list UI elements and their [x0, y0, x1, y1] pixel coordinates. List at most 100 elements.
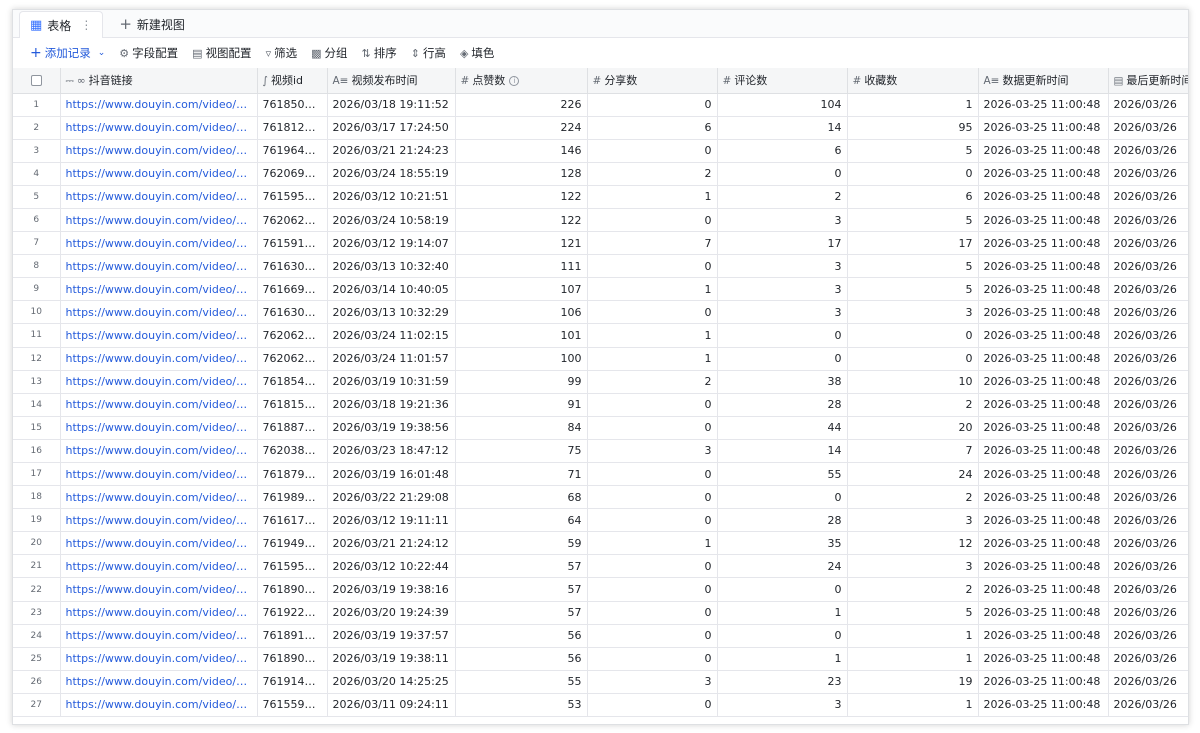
cell-shares[interactable]: 0	[587, 393, 718, 417]
cell-data-update-time[interactable]: 2026-03-25 11:00:48	[978, 277, 1109, 302]
cell-video-id[interactable]: 76159125...	[257, 231, 328, 256]
cell-data-update-time[interactable]: 2026-03-25 11:00:48	[978, 554, 1109, 579]
cell-shares[interactable]: 0	[587, 508, 718, 533]
cell-likes[interactable]: 57	[455, 601, 588, 625]
column-header-likes[interactable]: # 点赞数 i	[455, 68, 588, 94]
cell-likes[interactable]: 57	[455, 577, 588, 602]
cell-publish-time[interactable]: 2026/03/19 16:01:48	[327, 462, 456, 487]
cell-likes[interactable]: 100	[455, 347, 588, 371]
cell-favorites[interactable]: 5	[847, 208, 979, 233]
cell-shares[interactable]: 2	[587, 370, 718, 394]
cell-favorites[interactable]: 5	[847, 277, 979, 302]
cell-comments[interactable]: 3	[717, 300, 848, 325]
cell-shares[interactable]: 0	[587, 93, 718, 117]
table-row[interactable]: 16https://www.douyin.com/video/7620380..…	[13, 439, 1188, 464]
cell-last-update-time[interactable]: 2026/03/26	[1108, 254, 1188, 279]
table-row[interactable]: 15https://www.douyin.com/video/7618870..…	[13, 416, 1188, 440]
cell-comments[interactable]: 38	[717, 370, 848, 394]
cell-video-id[interactable]: 76159559...	[257, 554, 328, 579]
cell-likes[interactable]: 122	[455, 208, 588, 233]
cell-shares[interactable]: 1	[587, 277, 718, 302]
table-row[interactable]: 27https://www.douyin.com/video/7615599..…	[13, 693, 1188, 718]
cell-shares[interactable]: 0	[587, 485, 718, 510]
cell-data-update-time[interactable]: 2026-03-25 11:00:48	[978, 601, 1109, 625]
cell-last-update-time[interactable]: 2026/03/26	[1108, 577, 1188, 602]
cell-publish-time[interactable]: 2026/03/18 19:11:52	[327, 93, 456, 117]
cell-video-id[interactable]: 76189071...	[257, 577, 328, 602]
cell-last-update-time[interactable]: 2026/03/26	[1108, 693, 1188, 718]
cell-last-update-time[interactable]: 2026/03/26	[1108, 531, 1188, 556]
cell-video-id[interactable]: 76191477...	[257, 670, 328, 694]
cell-data-update-time[interactable]: 2026-03-25 11:00:48	[978, 254, 1109, 279]
column-header-favorites[interactable]: # 收藏数	[847, 68, 979, 94]
cell-link[interactable]: https://www.douyin.com/video/7619648...	[60, 139, 258, 163]
cell-shares[interactable]: 0	[587, 554, 718, 579]
cell-data-update-time[interactable]: 2026-03-25 11:00:48	[978, 624, 1109, 648]
cell-data-update-time[interactable]: 2026-03-25 11:00:48	[978, 647, 1109, 671]
cell-shares[interactable]: 0	[587, 601, 718, 625]
cell-video-id[interactable]: 76192206...	[257, 601, 328, 625]
cell-publish-time[interactable]: 2026/03/11 09:24:11	[327, 693, 456, 718]
row-number[interactable]: 17	[13, 462, 61, 487]
table-row[interactable]: 1https://www.douyin.com/video/7618509...…	[13, 93, 1188, 117]
cell-publish-time[interactable]: 2026/03/19 10:31:59	[327, 370, 456, 394]
cell-comments[interactable]: 1	[717, 647, 848, 671]
cell-data-update-time[interactable]: 2026-03-25 11:00:48	[978, 416, 1109, 440]
cell-link[interactable]: https://www.douyin.com/video/7618908...	[60, 647, 258, 671]
cell-publish-time[interactable]: 2026/03/20 19:24:39	[327, 601, 456, 625]
cell-link[interactable]: https://www.douyin.com/video/7618911...	[60, 624, 258, 648]
cell-publish-time[interactable]: 2026/03/18 19:21:36	[327, 393, 456, 417]
cell-video-id[interactable]: 76203807...	[257, 439, 328, 464]
cell-likes[interactable]: 59	[455, 531, 588, 556]
cell-favorites[interactable]: 1	[847, 624, 979, 648]
cell-link[interactable]: https://www.douyin.com/video/7618509...	[60, 93, 258, 117]
cell-comments[interactable]: 6	[717, 139, 848, 163]
cell-link[interactable]: https://www.douyin.com/video/7620380...	[60, 439, 258, 464]
cell-data-update-time[interactable]: 2026-03-25 11:00:48	[978, 208, 1109, 233]
cell-last-update-time[interactable]: 2026/03/26	[1108, 162, 1188, 186]
cell-last-update-time[interactable]: 2026/03/26	[1108, 231, 1188, 256]
cell-shares[interactable]: 1	[587, 185, 718, 209]
cell-comments[interactable]: 14	[717, 116, 848, 140]
cell-comments[interactable]: 0	[717, 624, 848, 648]
cell-video-id[interactable]: 76185478...	[257, 370, 328, 394]
tab-new-view[interactable]: + 新建视图	[109, 11, 195, 37]
cell-shares[interactable]: 1	[587, 531, 718, 556]
column-header-last-update-time[interactable]: ▤ 最后更新时间	[1108, 68, 1188, 94]
cell-favorites[interactable]: 5	[847, 139, 979, 163]
more-vertical-icon[interactable]: ⋮	[80, 18, 92, 32]
cell-video-id[interactable]: 76163099...	[257, 254, 328, 279]
cell-favorites[interactable]: 19	[847, 670, 979, 694]
group-button[interactable]: ▩ 分组	[311, 45, 347, 61]
cell-publish-time[interactable]: 2026/03/19 19:37:57	[327, 624, 456, 648]
table-row[interactable]: 18https://www.douyin.com/video/7619899..…	[13, 485, 1188, 510]
filter-button[interactable]: ▿ 筛选	[266, 45, 298, 61]
cell-data-update-time[interactable]: 2026-03-25 11:00:48	[978, 347, 1109, 371]
row-number[interactable]: 19	[13, 508, 61, 533]
column-header-video-id[interactable]: ∫ 视频id	[257, 68, 328, 94]
cell-likes[interactable]: 71	[455, 462, 588, 487]
cell-shares[interactable]: 0	[587, 139, 718, 163]
cell-data-update-time[interactable]: 2026-03-25 11:00:48	[978, 393, 1109, 417]
column-header-comments[interactable]: # 评论数	[717, 68, 848, 94]
cell-link[interactable]: https://www.douyin.com/video/7618870...	[60, 416, 258, 440]
table-row[interactable]: 11https://www.douyin.com/video/7620625..…	[13, 323, 1188, 348]
cell-link[interactable]: https://www.douyin.com/video/7618547...	[60, 370, 258, 394]
cell-video-id[interactable]: 76155995...	[257, 693, 328, 718]
row-number[interactable]: 12	[13, 347, 61, 371]
cell-data-update-time[interactable]: 2026-03-25 11:00:48	[978, 370, 1109, 394]
cell-publish-time[interactable]: 2026/03/22 21:29:08	[327, 485, 456, 510]
cell-link[interactable]: https://www.douyin.com/video/7616691...	[60, 277, 258, 302]
cell-last-update-time[interactable]: 2026/03/26	[1108, 485, 1188, 510]
cell-link[interactable]: https://www.douyin.com/video/7615952...	[60, 185, 258, 209]
row-number[interactable]: 18	[13, 485, 61, 510]
table-row[interactable]: 4https://www.douyin.com/video/7620698...…	[13, 162, 1188, 186]
cell-publish-time[interactable]: 2026/03/24 11:02:15	[327, 323, 456, 348]
cell-likes[interactable]: 84	[455, 416, 588, 440]
fill-color-button[interactable]: ◈ 填色	[460, 45, 494, 61]
cell-comments[interactable]: 24	[717, 554, 848, 579]
cell-comments[interactable]: 3	[717, 208, 848, 233]
cell-publish-time[interactable]: 2026/03/20 14:25:25	[327, 670, 456, 694]
cell-comments[interactable]: 104	[717, 93, 848, 117]
table-row[interactable]: 21https://www.douyin.com/video/7615955..…	[13, 554, 1188, 579]
